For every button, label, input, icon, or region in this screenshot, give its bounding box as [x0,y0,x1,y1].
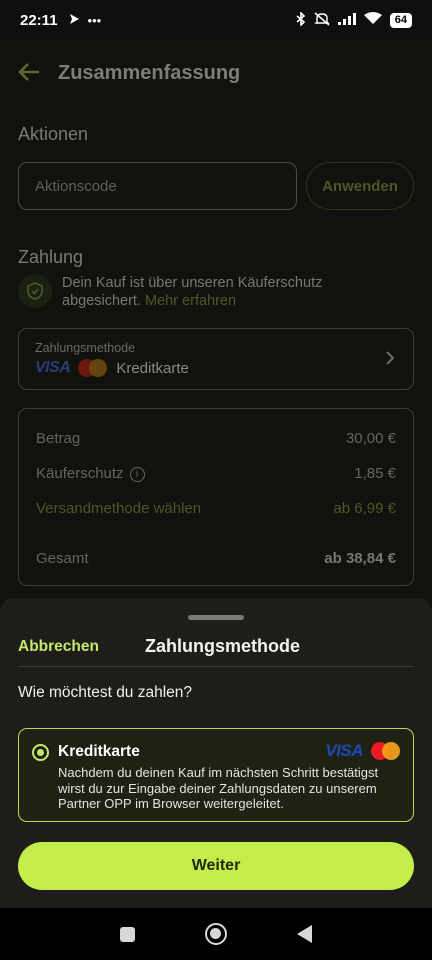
battery-icon: 64 [389,12,412,28]
amount-label: Betrag [36,430,81,447]
wifi-icon [363,12,382,28]
amount-value: 30,00 € [345,430,396,447]
summary-row-protection: Käuferschutz i 1,85 € [36,456,396,491]
home-icon[interactable] [205,923,227,945]
system-nav-bar [0,908,432,960]
protection-value: 1,85 € [354,465,396,482]
arrow-left-icon[interactable] [18,60,40,86]
promo-code-placeholder: Aktionscode [35,177,117,195]
status-bar: 22:11 ••• 64 [0,0,432,40]
summary-page: Zusammenfassung Aktionen Aktionscode Anw… [0,40,432,610]
page-title: Zusammenfassung [58,61,241,84]
summary-row-shipping[interactable]: Versandmethode wählen ab 6,99 € [36,491,396,526]
mastercard-logo-icon [78,359,108,377]
status-time: 22:11 [20,11,58,29]
sheet-drag-handle[interactable] [188,615,244,620]
promo-code-input[interactable]: Aktionscode [18,162,297,210]
option-title: Kreditkarte [58,743,140,760]
app-bar: Zusammenfassung [0,40,432,106]
shipping-value: ab 6,99 € [333,500,396,517]
payment-question: Wie möchtest du zahlen? [18,684,193,701]
back-triangle-icon[interactable] [297,925,312,943]
payment-method-sheet: Abbrechen Zahlungsmethode Wie möchtest d… [0,598,432,908]
sheet-title: Zahlungsmethode [145,636,301,656]
promo-section-title: Aktionen [18,124,89,144]
option-description: Nachdem du deinen Kauf im nächsten Schri… [58,765,379,811]
sheet-header: Abbrechen Zahlungsmethode [0,634,432,666]
visa-logo-icon: VISA [325,741,363,760]
payment-method-value: Kreditkarte [116,359,189,377]
payment-method-card[interactable]: Zahlungsmethode VISA Kreditkarte [18,328,414,390]
direction-arrow-icon [68,13,80,28]
chevron-right-icon [386,349,395,370]
learn-more-link[interactable]: Mehr erfahren [145,293,236,309]
payment-option-creditcard[interactable]: Kreditkarte VISA Nachdem du deinen Kauf … [18,728,414,822]
mute-icon [314,11,330,29]
cancel-button[interactable]: Abbrechen [18,638,99,656]
protection-label: Käuferschutz [36,465,124,482]
summary-row-amount: Betrag 30,00 € [36,421,396,456]
payment-section-title: Zahlung [18,247,84,267]
card-logos: VISA [325,741,401,761]
apply-button[interactable]: Anwenden [306,162,414,210]
payment-method-label: Zahlungsmethode [35,341,136,355]
shield-check-icon [18,274,52,308]
buyer-protection-note: Dein Kauf ist über unseren Käuferschutz … [18,274,362,310]
info-icon[interactable]: i [129,466,145,482]
shipping-label[interactable]: Versandmethode wählen [36,500,201,517]
radio-selected-icon[interactable] [32,744,49,761]
bluetooth-icon [296,10,306,29]
signal-icon [337,12,356,28]
mastercard-logo-icon [371,742,401,760]
total-label: Gesamt [36,550,89,567]
more-dots-icon: ••• [87,12,102,28]
continue-button[interactable]: Weiter [18,842,414,890]
visa-logo-icon: VISA [35,359,71,376]
recents-icon[interactable] [120,926,135,942]
total-value: ab 38,84 € [324,550,396,567]
price-summary: Betrag 30,00 € Käuferschutz i 1,85 € Vers… [18,408,414,586]
sheet-divider [18,666,414,667]
summary-row-total: Gesamt ab 38,84 € [36,541,396,576]
